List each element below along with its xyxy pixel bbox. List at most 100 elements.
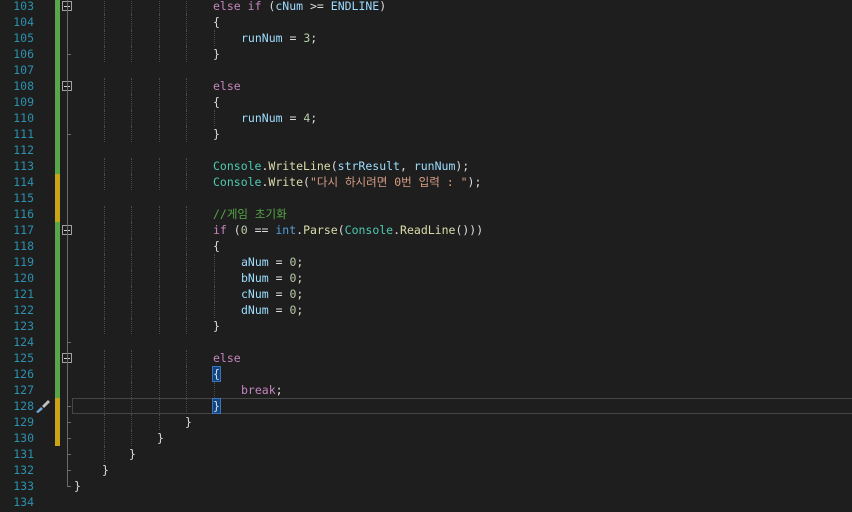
brush-icon[interactable] — [34, 399, 52, 413]
change-indicator — [55, 206, 60, 222]
code-line[interactable]: 124 — [0, 334, 852, 350]
code-line[interactable]: 110 runNum = 4; — [0, 110, 852, 126]
indent-guide — [131, 126, 132, 142]
indent-guide — [104, 382, 105, 398]
code-line[interactable]: 119 aNum = 0; — [0, 254, 852, 270]
code-line[interactable]: 133} — [0, 478, 852, 494]
code-text[interactable]: { — [212, 366, 221, 382]
code-text[interactable]: bNum = 0; — [241, 270, 303, 286]
change-indicator — [55, 174, 60, 190]
code-text[interactable]: { — [213, 238, 220, 254]
code-line[interactable]: 127 break; — [0, 382, 852, 398]
code-line[interactable]: 111} — [0, 126, 852, 142]
code-text[interactable]: } — [129, 446, 136, 462]
code-line[interactable]: 115 — [0, 190, 852, 206]
code-line[interactable]: 113 Console.WriteLine(strResult, runNum); — [0, 158, 852, 174]
code-line[interactable]: 132} — [0, 462, 852, 478]
code-token: ; — [296, 255, 304, 269]
code-text[interactable]: } — [102, 462, 109, 478]
code-line[interactable]: 122 dNum = 0; — [0, 302, 852, 318]
code-line[interactable]: 134 — [0, 494, 852, 510]
code-text[interactable]: if (0 == int.Parse(Console.ReadLine())) — [213, 222, 483, 238]
indent-guide — [186, 254, 187, 270]
code-token: } — [102, 463, 109, 477]
code-text[interactable]: break; — [241, 382, 283, 398]
indent-guide — [104, 30, 105, 46]
text-caret — [219, 399, 221, 414]
code-text[interactable]: runNum = 4; — [241, 110, 317, 126]
indent-guide — [186, 238, 187, 254]
indent-guide — [131, 238, 132, 254]
code-token: = — [268, 255, 290, 269]
line-number: 111 — [13, 127, 34, 141]
code-line[interactable]: 109 { — [0, 94, 852, 110]
indent-guide — [104, 286, 105, 302]
code-text[interactable]: runNum = 3; — [241, 30, 317, 46]
code-line[interactable]: 112 — [0, 142, 852, 158]
code-line[interactable]: 114 Console.Write("다시 하시려면 0번 입력 : "); — [0, 174, 852, 190]
code-token: } — [157, 431, 164, 445]
code-text[interactable]: } — [213, 46, 220, 62]
code-text[interactable]: dNum = 0; — [241, 302, 303, 318]
indent-guide — [186, 0, 187, 14]
code-text[interactable]: { — [213, 94, 220, 110]
code-line[interactable]: 116 //게임 초기화 — [0, 206, 852, 222]
code-text[interactable]: } — [212, 398, 221, 414]
line-number: 117 — [13, 223, 34, 237]
code-line[interactable]: 129} — [0, 414, 852, 430]
code-text[interactable]: else — [213, 350, 241, 366]
code-text[interactable]: //게임 초기화 — [213, 206, 287, 222]
code-line[interactable]: 103 else if (cNum >= ENDLINE) — [0, 0, 852, 14]
code-token: aNum — [241, 255, 269, 269]
code-token: "다시 하시려면 0번 입력 : " — [309, 175, 468, 189]
indent-guide — [214, 270, 215, 286]
code-text[interactable]: { — [213, 14, 220, 30]
indent-guide — [186, 14, 187, 30]
indent-guide — [159, 158, 160, 174]
code-text[interactable]: else if (cNum >= ENDLINE) — [213, 0, 386, 14]
code-text[interactable]: } — [74, 478, 81, 494]
code-line[interactable]: 104 { — [0, 14, 852, 30]
code-text[interactable]: Console.Write("다시 하시려면 0번 입력 : "); — [213, 174, 481, 190]
code-text[interactable]: Console.WriteLine(strResult, runNum); — [213, 158, 469, 174]
code-line[interactable]: 131} — [0, 446, 852, 462]
code-editor[interactable]: 103 else if (cNum >= ENDLINE) 104{105 runNu… — [0, 0, 852, 512]
change-indicator — [55, 350, 60, 366]
code-line[interactable]: 105 runNum = 3; — [0, 30, 852, 46]
change-indicator — [55, 238, 60, 254]
indent-guide — [104, 366, 105, 382]
change-indicator — [55, 110, 60, 126]
code-text[interactable]: else — [213, 78, 241, 94]
indent-guide — [159, 222, 160, 238]
line-number: 106 — [13, 47, 34, 61]
code-token: ())) — [455, 223, 484, 237]
code-line[interactable]: 106} — [0, 46, 852, 62]
indent-guide — [131, 302, 132, 318]
indent-guide — [159, 14, 160, 30]
code-line[interactable]: 120 bNum = 0; — [0, 270, 852, 286]
code-text[interactable]: cNum = 0; — [241, 286, 303, 302]
code-text[interactable]: } — [213, 126, 220, 142]
change-indicator — [55, 158, 60, 174]
code-text[interactable]: } — [185, 414, 192, 430]
code-token: } — [213, 319, 220, 333]
code-line[interactable]: 108 else — [0, 78, 852, 94]
code-line[interactable]: 123} — [0, 318, 852, 334]
code-line[interactable]: 125 else — [0, 350, 852, 366]
change-indicator — [55, 254, 60, 270]
code-line[interactable]: 107 — [0, 62, 852, 78]
code-text[interactable]: } — [157, 430, 164, 446]
code-token: } — [213, 127, 220, 141]
code-line[interactable]: 126 { — [0, 366, 852, 382]
code-line[interactable]: 128} — [0, 398, 852, 414]
line-number: 127 — [13, 383, 34, 397]
code-line[interactable]: 130} — [0, 430, 852, 446]
code-line[interactable]: 121 cNum = 0; — [0, 286, 852, 302]
indent-guide — [131, 318, 132, 334]
indent-guide — [159, 78, 160, 94]
code-line[interactable]: 118 { — [0, 238, 852, 254]
code-text[interactable]: } — [213, 318, 220, 334]
code-line[interactable]: 117 if (0 == int.Parse(Console.ReadLine()… — [0, 222, 852, 238]
code-text[interactable]: aNum = 0; — [241, 254, 303, 270]
code-token: ) — [379, 0, 387, 13]
